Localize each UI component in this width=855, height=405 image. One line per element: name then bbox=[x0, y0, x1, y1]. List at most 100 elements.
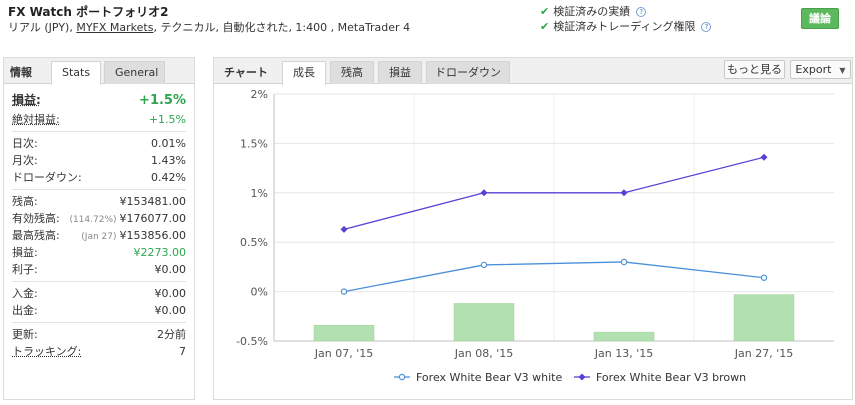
x-tick-label: Jan 08, '15 bbox=[454, 347, 513, 360]
tab-balance[interactable]: 残高 bbox=[330, 61, 374, 84]
legend-marker bbox=[398, 373, 406, 381]
y-tick-label: 0.5% bbox=[240, 236, 268, 249]
stat-label: 有効残高: bbox=[12, 212, 60, 225]
y-tick-label: 1% bbox=[251, 187, 268, 200]
stat-value: ¥0.00 bbox=[154, 263, 187, 276]
info-tabs: 情報 Stats General bbox=[4, 58, 194, 85]
divider bbox=[12, 131, 186, 132]
data-point bbox=[620, 258, 628, 266]
info-panel-title: 情報 bbox=[10, 66, 32, 79]
stat-value: +1.5% bbox=[148, 113, 186, 126]
stat-value: ¥2273.00 bbox=[133, 246, 187, 259]
data-point bbox=[340, 288, 348, 295]
legend-label: Forex White Bear V3 white bbox=[416, 371, 562, 384]
stat-gain: 損益: +1.5% bbox=[12, 90, 186, 111]
stat-label: 出金: bbox=[12, 304, 38, 317]
stat-value: 0.42% bbox=[151, 171, 186, 184]
legend-label: Forex White Bear V3 brown bbox=[596, 371, 746, 384]
data-point bbox=[620, 189, 628, 197]
chart-tabs: チャート 成長 残高 損益 ドローダウン もっと見る Export ▼ bbox=[214, 58, 852, 85]
legend-marker bbox=[578, 373, 586, 381]
stat-label: ドローダウン: bbox=[12, 171, 82, 184]
stat-monthly: 月次: 1.43% bbox=[12, 152, 186, 169]
bar bbox=[733, 294, 795, 342]
stat-value: +1.5% bbox=[139, 93, 186, 108]
y-tick-label: 2% bbox=[251, 88, 268, 101]
stat-value: ¥153481.00 bbox=[119, 195, 186, 208]
growth-chart: 2% 1.5% 1% 0.5% 0% -0.5% Jan 07, '15 Jan 08, '1… bbox=[236, 88, 834, 384]
stat-label: 月次: bbox=[12, 154, 38, 167]
stat-label: 利子: bbox=[12, 263, 38, 276]
export-button[interactable]: Export ▼ bbox=[790, 60, 851, 79]
stat-label: 日次: bbox=[12, 137, 38, 150]
stat-interest: 利子: ¥0.00 bbox=[12, 261, 186, 278]
stats-list: 損益: +1.5% 絶対損益: +1.5% 日次: 0.01% 月次: 1.43… bbox=[4, 84, 194, 360]
help-icon[interactable]: ? bbox=[701, 22, 712, 32]
stat-value: 2分前 bbox=[157, 328, 186, 341]
account-meta-suffix: , テクニカル, 自動化された, 1:400 , MetaTrader 4 bbox=[153, 21, 411, 34]
stat-value: ¥176077.00 bbox=[119, 212, 186, 225]
discuss-button[interactable]: 議論 bbox=[801, 8, 839, 29]
tab-general[interactable]: General bbox=[104, 61, 165, 84]
chart-panel-title: チャート bbox=[224, 66, 268, 79]
more-button[interactable]: もっと見る bbox=[724, 60, 785, 79]
stat-value: ¥153856.00 bbox=[119, 229, 186, 242]
stat-label: 最高残高: bbox=[12, 229, 60, 242]
data-point bbox=[480, 261, 488, 269]
account-title: FX Watch ポートフォリオ2 bbox=[8, 5, 169, 19]
help-icon[interactable]: ? bbox=[636, 7, 647, 17]
chart-panel: チャート 成長 残高 損益 ドローダウン もっと見る Export ▼ 2% 1.5… bbox=[213, 57, 853, 400]
stat-highest: 最高残高: (Jan 27) ¥153856.00 bbox=[12, 227, 186, 244]
bar bbox=[453, 303, 515, 342]
broker-link[interactable]: MYFX Markets bbox=[76, 21, 153, 34]
tracking-link[interactable]: トラッキング: bbox=[12, 343, 81, 360]
stat-value: 0.01% bbox=[151, 137, 186, 150]
export-label: Export bbox=[795, 63, 832, 76]
account-header: FX Watch ポートフォリオ2 リアル (JPY), MYFX Market… bbox=[0, 0, 855, 48]
stat-profit: 損益: ¥2273.00 bbox=[12, 244, 186, 261]
stat-abs-gain: 絶対損益: +1.5% bbox=[12, 111, 186, 128]
stat-label: 損益: bbox=[12, 93, 41, 107]
stat-withdrawals: 出金: ¥0.00 bbox=[12, 302, 186, 319]
stat-daily: 日次: 0.01% bbox=[12, 135, 186, 152]
verified-track-record: ✔ 検証済みの実績? bbox=[540, 3, 647, 19]
stat-label: 残高: bbox=[12, 195, 38, 208]
stat-value: ¥0.00 bbox=[154, 304, 187, 317]
bar bbox=[593, 331, 655, 342]
divider bbox=[12, 322, 186, 323]
stat-label: 絶対損益: bbox=[12, 113, 60, 126]
stat-label: 更新: bbox=[12, 328, 38, 341]
stat-label: 損益: bbox=[12, 246, 38, 259]
divider bbox=[12, 189, 186, 190]
chevron-down-icon: ▼ bbox=[839, 66, 846, 75]
stat-updated: 更新: 2分前 bbox=[12, 326, 186, 343]
stat-tracking: トラッキング: 7 bbox=[12, 343, 186, 360]
y-tick-label: 1.5% bbox=[240, 137, 268, 150]
tab-growth[interactable]: 成長 bbox=[282, 61, 326, 85]
data-point bbox=[480, 189, 488, 197]
y-tick-label: -0.5% bbox=[236, 335, 268, 348]
y-tick-label: 0% bbox=[251, 286, 268, 299]
stat-deposits: 入金: ¥0.00 bbox=[12, 285, 186, 302]
tab-drawdown[interactable]: ドローダウン bbox=[426, 61, 510, 84]
data-point bbox=[760, 153, 768, 161]
data-point bbox=[760, 274, 768, 281]
check-icon: ✔ bbox=[540, 20, 550, 33]
stat-value: ¥0.00 bbox=[154, 287, 187, 300]
tab-profit[interactable]: 損益 bbox=[378, 61, 422, 84]
tab-stats[interactable]: Stats bbox=[51, 61, 102, 85]
check-icon: ✔ bbox=[540, 5, 550, 18]
verified-track-record-label: 検証済みの実績 bbox=[553, 5, 631, 18]
stat-equity: 有効残高: (114.72%) ¥176077.00 bbox=[12, 210, 186, 227]
x-tick-label: Jan 13, '15 bbox=[594, 347, 653, 360]
info-panel: 情報 Stats General 損益: +1.5% 絶対損益: +1.5% 日… bbox=[3, 57, 195, 400]
verified-trading-privileges-label: 検証済みトレーディング権限 bbox=[553, 20, 696, 33]
x-tick-label: Jan 07, '15 bbox=[314, 347, 373, 360]
stat-label: 入金: bbox=[12, 287, 38, 300]
stat-value: 7 bbox=[179, 345, 186, 358]
stat-value: 1.43% bbox=[151, 154, 186, 167]
stat-balance: 残高: ¥153481.00 bbox=[12, 193, 186, 210]
verified-trading-privileges: ✔ 検証済みトレーディング権限? bbox=[540, 18, 712, 34]
stat-drawdown: ドローダウン: 0.42% bbox=[12, 169, 186, 186]
stat-subvalue: (114.72%) bbox=[69, 215, 117, 225]
